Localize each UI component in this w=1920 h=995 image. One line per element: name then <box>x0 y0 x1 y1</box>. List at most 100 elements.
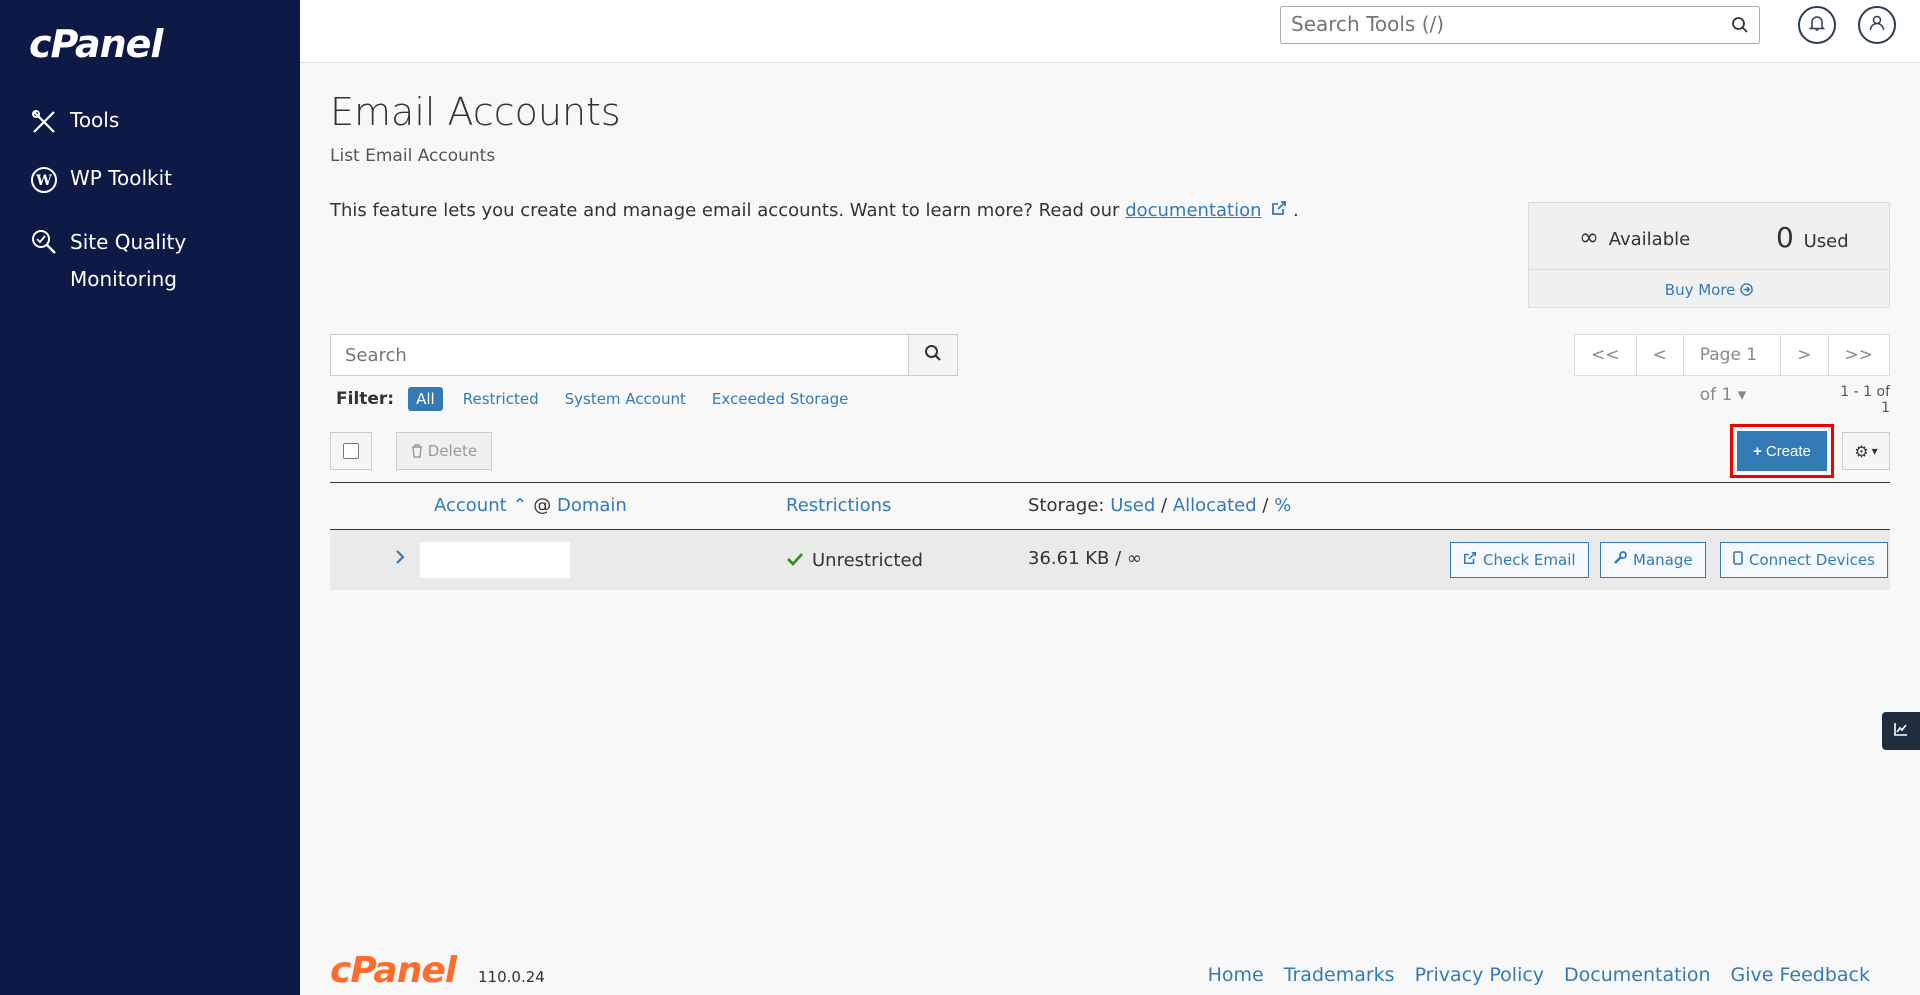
external-link-icon[interactable] <box>1266 200 1293 221</box>
used-count: 0 <box>1776 221 1794 254</box>
used-label: Used <box>1803 231 1849 252</box>
account-domain-header: Account ⌃ @ Domain <box>434 495 627 516</box>
result-count: 1 - 1 of 1 <box>1840 384 1890 416</box>
footer-link-give-feedback[interactable]: Give Feedback <box>1731 964 1870 986</box>
sort-percent-link[interactable]: % <box>1274 495 1291 516</box>
manage-button[interactable]: Manage <box>1600 542 1706 578</box>
search-icon[interactable] <box>1731 16 1749 38</box>
next-page-button[interactable]: > <box>1781 335 1829 375</box>
filter-bar: Filter: All Restricted System Account Ex… <box>336 387 874 411</box>
sidebar-item-wp-toolkit[interactable]: W WP Toolkit <box>30 166 172 194</box>
storage-value: 36.61 KB / ∞ <box>1028 548 1142 569</box>
footer-link-home[interactable]: Home <box>1208 964 1264 986</box>
prev-page-button[interactable]: < <box>1637 335 1684 375</box>
footer-link-privacy-policy[interactable]: Privacy Policy <box>1415 964 1544 986</box>
cpanel-logo[interactable]: cPanel <box>29 22 163 66</box>
table-row: Unrestricted 36.61 KB / ∞ Check Email Ma… <box>330 530 1890 590</box>
check-email-button[interactable]: Check Email <box>1450 542 1589 578</box>
connect-devices-label: Connect Devices <box>1749 551 1875 569</box>
page-subtitle: List Email Accounts <box>330 146 496 166</box>
filter-exceeded-storage[interactable]: Exceeded Storage <box>712 390 849 408</box>
line-chart-icon <box>1893 721 1909 741</box>
wrench-icon <box>1613 551 1627 569</box>
caret-down-icon: ▾ <box>1737 385 1747 405</box>
buy-more-label: Buy More <box>1664 281 1736 299</box>
sidebar-item-tools[interactable]: Tools <box>30 108 119 136</box>
search-icon <box>924 344 942 366</box>
sidebar-item-label: Site Quality Monitoring <box>70 230 187 291</box>
settings-dropdown-button[interactable]: ⚙ ▾ <box>1842 432 1890 470</box>
sort-account-link[interactable]: Account ⌃ <box>434 495 528 516</box>
footer-link-documentation[interactable]: Documentation <box>1564 964 1710 986</box>
delete-label: Delete <box>427 442 478 460</box>
check-email-label: Check Email <box>1483 551 1576 569</box>
description-end: . <box>1292 200 1299 221</box>
available-label: Available <box>1608 229 1691 250</box>
storage-header: Storage: Used / Allocated / % <box>1028 495 1291 516</box>
plus-icon: + <box>1753 442 1762 460</box>
at-sign: @ <box>533 495 552 516</box>
caret-down-icon: ▾ <box>1871 444 1878 458</box>
tools-icon <box>30 108 58 136</box>
footer-version: 110.0.24 <box>478 968 545 986</box>
infinity-symbol: ∞ <box>1579 223 1599 251</box>
filter-restricted[interactable]: Restricted <box>463 390 539 408</box>
first-page-button[interactable]: << <box>1575 335 1637 375</box>
select-all-checkbox[interactable] <box>330 432 372 470</box>
top-header <box>300 0 1920 63</box>
connect-devices-button[interactable]: Connect Devices <box>1720 542 1888 578</box>
filter-label: Filter: <box>336 389 395 409</box>
manage-label: Manage <box>1633 551 1693 569</box>
email-search-input[interactable] <box>331 335 908 375</box>
buy-more-link[interactable]: Buy More <box>1529 270 1889 310</box>
arrow-circle-right-icon <box>1740 281 1753 299</box>
sort-domain-link[interactable]: Domain <box>557 495 627 516</box>
page-description: This feature lets you create and manage … <box>330 200 1299 221</box>
page-selector-label: Page 1 of 1 <box>1699 345 1758 405</box>
storage-sep-1: / <box>1161 495 1168 516</box>
filter-system-account[interactable]: System Account <box>565 390 686 408</box>
restriction-status: Unrestricted <box>786 548 923 572</box>
search-tools-box <box>1280 6 1760 44</box>
account-header-label: Account <box>434 495 507 516</box>
restriction-label: Unrestricted <box>812 549 923 571</box>
last-page-button[interactable]: >> <box>1829 335 1890 375</box>
account-stats-panel: ∞ Available 0 Used Buy More <box>1528 202 1890 308</box>
wordpress-icon: W <box>30 166 58 194</box>
page-title: Email Accounts <box>330 90 621 134</box>
sort-asc-icon: ⌃ <box>512 495 528 516</box>
storage-header-label: Storage: <box>1028 495 1105 516</box>
chevron-right-icon[interactable] <box>394 548 406 571</box>
delete-button[interactable]: Delete <box>396 432 493 470</box>
sort-allocated-link[interactable]: Allocated <box>1173 495 1257 516</box>
user-menu-button[interactable] <box>1858 6 1896 44</box>
create-label: Create <box>1765 442 1811 460</box>
bell-icon <box>1808 14 1826 36</box>
trash-icon <box>411 442 428 460</box>
analytics-side-button[interactable] <box>1882 712 1920 750</box>
footer-links: Home Trademarks Privacy Policy Documenta… <box>1188 964 1870 986</box>
account-name-redacted <box>420 542 570 578</box>
email-search-box <box>330 334 958 376</box>
create-button[interactable]: + Create <box>1737 431 1827 471</box>
notifications-button[interactable] <box>1798 6 1836 44</box>
checkbox-box <box>343 443 359 459</box>
description-text: This feature lets you create and manage … <box>330 200 1120 221</box>
documentation-link[interactable]: documentation <box>1125 200 1261 221</box>
table-header: Account ⌃ @ Domain Restrictions Storage:… <box>330 482 1890 531</box>
user-icon <box>1868 14 1886 36</box>
footer-cpanel-logo[interactable]: cPanel <box>330 950 457 991</box>
sort-used-link[interactable]: Used <box>1110 495 1155 516</box>
sidebar: cPanel Tools W WP Toolkit Site Quality M… <box>0 0 300 995</box>
sort-restrictions-link[interactable]: Restrictions <box>786 495 891 516</box>
gear-icon: ⚙ <box>1854 441 1869 461</box>
sidebar-item-label: Tools <box>70 108 120 132</box>
filter-all[interactable]: All <box>408 387 443 411</box>
page-selector[interactable]: Page 1 of 1 ▾ <box>1684 335 1782 405</box>
email-search-button[interactable] <box>908 335 957 375</box>
check-icon <box>786 548 804 572</box>
search-tools-input[interactable] <box>1281 7 1701 41</box>
sidebar-item-site-quality[interactable]: Site Quality Monitoring <box>30 224 270 298</box>
available-stat: ∞ Available <box>1579 223 1690 251</box>
footer-link-trademarks[interactable]: Trademarks <box>1284 964 1395 986</box>
